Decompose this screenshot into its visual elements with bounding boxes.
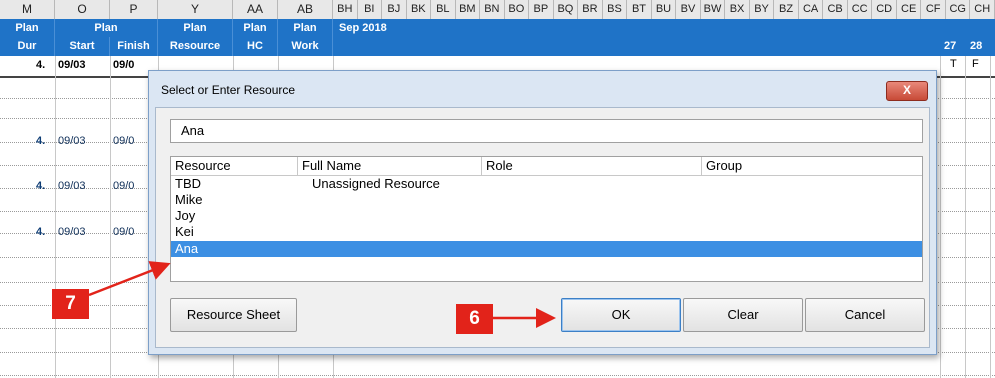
gantt-col-header[interactable]: CG bbox=[946, 0, 971, 19]
gridline bbox=[55, 56, 56, 378]
cancel-button[interactable]: Cancel bbox=[805, 298, 925, 332]
col-header-p[interactable]: P bbox=[110, 0, 158, 19]
gantt-col-header[interactable]: BJ bbox=[382, 0, 407, 19]
gantt-col-header[interactable]: BV bbox=[676, 0, 701, 19]
summary-dur: 4. bbox=[36, 59, 46, 71]
resource-list-header: Resource Full Name Role Group bbox=[171, 157, 922, 176]
resource-name: TBD bbox=[175, 176, 201, 191]
gantt-col-header[interactable]: BN bbox=[480, 0, 505, 19]
gantt-col-header[interactable]: BY bbox=[750, 0, 775, 19]
col-header-m[interactable]: M bbox=[0, 0, 55, 19]
col-header-y[interactable]: Y bbox=[158, 0, 233, 19]
gantt-col-header[interactable]: BT bbox=[627, 0, 652, 19]
list-item[interactable]: Kei bbox=[171, 224, 922, 240]
gridline bbox=[940, 56, 941, 378]
plan-cell: Plan bbox=[0, 19, 55, 37]
gridline bbox=[110, 56, 111, 378]
resource-sheet-button[interactable]: Resource Sheet bbox=[170, 298, 297, 332]
gantt-col-header[interactable]: BL bbox=[431, 0, 456, 19]
resource-name: Ana bbox=[175, 241, 199, 256]
gantt-col-header[interactable]: BS bbox=[603, 0, 628, 19]
day-letter: T bbox=[950, 58, 957, 70]
gantt-col-header[interactable]: CH bbox=[970, 0, 995, 19]
month-label: Sep 2018 bbox=[339, 22, 387, 34]
gantt-col-header[interactable]: CE bbox=[897, 0, 922, 19]
gantt-col-header[interactable]: CC bbox=[848, 0, 873, 19]
close-button[interactable]: X bbox=[886, 81, 928, 101]
gantt-col-header[interactable]: BH bbox=[333, 0, 358, 19]
ok-button[interactable]: OK bbox=[561, 298, 681, 332]
plan-cell: Plan bbox=[158, 19, 233, 37]
resource-name: Joy bbox=[175, 208, 196, 223]
gantt-col-header[interactable]: BR bbox=[578, 0, 603, 19]
col-header-ab[interactable]: AB bbox=[278, 0, 333, 19]
col-header-aa[interactable]: AA bbox=[233, 0, 278, 19]
gridline bbox=[965, 56, 966, 378]
gantt-col-header[interactable]: BP bbox=[529, 0, 554, 19]
resource-name: Mike bbox=[175, 192, 203, 207]
gantt-col-header[interactable]: CB bbox=[823, 0, 848, 19]
gantt-col-header[interactable]: BO bbox=[505, 0, 530, 19]
column-header-role[interactable]: Role bbox=[482, 157, 702, 175]
gantt-col-header[interactable]: BZ bbox=[774, 0, 799, 19]
dialog-body: Ana Resource Full Name Role Group TBD Un… bbox=[155, 107, 930, 348]
gantt-col-header[interactable]: BW bbox=[701, 0, 726, 19]
list-item-selected[interactable]: Ana bbox=[171, 241, 922, 257]
day-number: 28 bbox=[970, 40, 983, 52]
gantt-col-header[interactable]: BM bbox=[456, 0, 481, 19]
sub-header-row: Dur Start Finish Resource HC Work bbox=[0, 37, 995, 56]
list-item[interactable]: Mike bbox=[171, 192, 922, 208]
gantt-col-header[interactable]: BX bbox=[725, 0, 750, 19]
gantt-col-header[interactable]: BI bbox=[358, 0, 383, 19]
col-header-o[interactable]: O bbox=[55, 0, 110, 19]
resource-name: Kei bbox=[175, 224, 194, 239]
resource-list[interactable]: Resource Full Name Role Group TBD Unassi… bbox=[170, 156, 923, 282]
plan-cell: Plan bbox=[233, 19, 278, 37]
step-6-badge: 6 bbox=[456, 304, 493, 334]
resource-entry-field[interactable]: Ana bbox=[170, 119, 923, 143]
dialog-title: Select or Enter Resource bbox=[161, 83, 296, 97]
list-item[interactable]: Joy bbox=[171, 208, 922, 224]
column-header-resource[interactable]: Resource bbox=[171, 157, 298, 175]
plan-cell: Plan bbox=[278, 19, 333, 37]
select-resource-dialog: Select or Enter Resource X Ana Resource … bbox=[148, 70, 937, 355]
gantt-col-header[interactable]: CD bbox=[872, 0, 897, 19]
close-icon: X bbox=[902, 83, 911, 97]
column-header-row: M O P Y AA AB BH BI BJ BK BL BM BN BO BP BQ BR BS BT… bbox=[0, 0, 995, 20]
clear-button[interactable]: Clear bbox=[683, 298, 803, 332]
gantt-col-header[interactable]: BK bbox=[407, 0, 432, 19]
sub-header-work: Work bbox=[278, 37, 333, 56]
gantt-col-header[interactable]: BQ bbox=[554, 0, 579, 19]
table-row[interactable] bbox=[0, 355, 995, 376]
summary-start: 09/03 bbox=[58, 59, 86, 71]
plan-header-row: Plan Plan Plan Plan Plan Sep 2018 bbox=[0, 19, 995, 37]
column-header-full-name[interactable]: Full Name bbox=[298, 157, 482, 175]
resource-full-name: Unassigned Resource bbox=[312, 176, 440, 191]
gantt-col-header[interactable]: BU bbox=[652, 0, 677, 19]
sub-header-resource: Resource bbox=[158, 37, 233, 56]
plan-cell: Plan bbox=[55, 19, 158, 37]
sub-header-dur: Dur bbox=[0, 37, 55, 56]
gantt-col-header[interactable]: CF bbox=[921, 0, 946, 19]
column-header-group[interactable]: Group bbox=[702, 157, 924, 175]
gantt-col-header[interactable]: CA bbox=[799, 0, 824, 19]
list-item[interactable]: TBD Unassigned Resource bbox=[171, 176, 922, 192]
step-7-badge: 7 bbox=[52, 289, 89, 319]
day-letter: F bbox=[972, 58, 979, 70]
sub-header-hc: HC bbox=[233, 37, 278, 56]
day-number: 27 bbox=[944, 40, 957, 52]
sub-header-start: Start bbox=[55, 37, 110, 56]
summary-finish: 09/0 bbox=[113, 59, 135, 71]
sub-header-finish: Finish bbox=[110, 37, 158, 56]
gridline bbox=[990, 56, 991, 378]
